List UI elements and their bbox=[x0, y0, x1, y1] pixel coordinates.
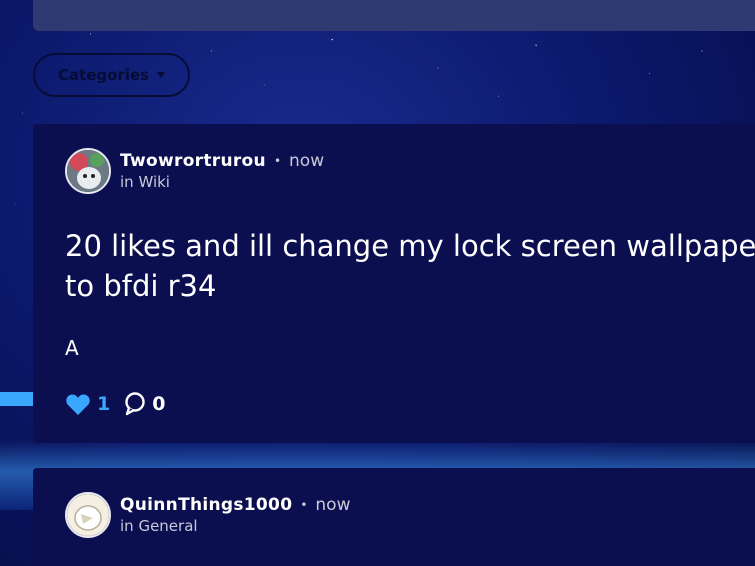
post-author-row: Twowrortrurou • now in Wiki bbox=[65, 148, 324, 194]
avatar[interactable] bbox=[65, 148, 111, 194]
meta-separator: • bbox=[300, 498, 308, 512]
like-count: 1 bbox=[97, 393, 111, 415]
background-glow-accent bbox=[0, 392, 34, 406]
categories-dropdown[interactable]: Categories bbox=[33, 53, 190, 97]
post-time: now bbox=[289, 151, 325, 171]
like-button[interactable]: 1 bbox=[65, 393, 110, 416]
post-title[interactable]: 20 likes and ill change my lock screen w… bbox=[65, 226, 755, 306]
chevron-down-icon bbox=[157, 72, 166, 78]
categories-label: Categories bbox=[57, 66, 150, 84]
comment-button[interactable]: 0 bbox=[124, 392, 165, 416]
author-name[interactable]: Twowrortrurou bbox=[120, 151, 266, 171]
post-card[interactable]: Twowrortrurou • now in Wiki 20 likes and… bbox=[33, 124, 755, 443]
post-community[interactable]: in Wiki bbox=[120, 173, 324, 191]
post-time: now bbox=[315, 495, 351, 515]
speech-bubble-icon bbox=[125, 392, 145, 416]
author-name[interactable]: QuinnThings1000 bbox=[120, 495, 292, 515]
post-actions: 1 0 bbox=[65, 392, 165, 416]
comment-count: 0 bbox=[152, 393, 166, 415]
post-card[interactable]: QuinnThings1000 • now in General bbox=[33, 468, 755, 566]
avatar[interactable] bbox=[65, 492, 111, 538]
meta-separator: • bbox=[273, 154, 282, 168]
heart-icon bbox=[66, 393, 90, 415]
post-author-row: QuinnThings1000 • now in General bbox=[65, 492, 351, 538]
top-panel bbox=[33, 0, 755, 31]
post-community[interactable]: in General bbox=[120, 517, 351, 535]
post-body: A bbox=[65, 336, 79, 360]
